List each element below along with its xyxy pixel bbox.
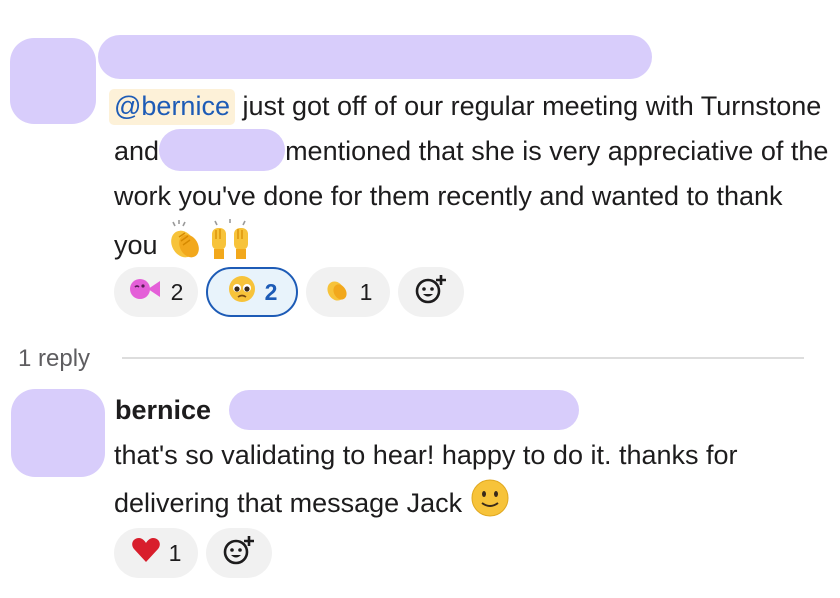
redacted-author-name <box>98 35 652 79</box>
reactions-bar: 1 <box>114 528 272 578</box>
divider <box>122 357 804 359</box>
add-reaction-button[interactable] <box>206 528 272 578</box>
redacted-author-detail <box>229 390 579 430</box>
reaction-pill-selected[interactable]: 2 <box>206 267 298 317</box>
clapping-hands-emoji-icon <box>324 276 352 308</box>
reaction-count: 2 <box>264 278 278 305</box>
author-name[interactable]: bernice <box>115 392 211 428</box>
avatar[interactable] <box>11 389 105 477</box>
reaction-count: 2 <box>170 278 184 305</box>
add-emoji-icon <box>414 273 448 311</box>
pleading-face-emoji-icon <box>227 274 257 310</box>
add-emoji-icon <box>222 534 256 572</box>
message-text: @bernice just got off of our regular mee… <box>109 84 829 275</box>
reply-text-part: that's so validating to hear! happy to d… <box>114 440 738 519</box>
pink-kiss-emoji-icon <box>129 276 163 308</box>
reply-text: that's so validating to hear! happy to d… <box>114 433 829 532</box>
redacted-name <box>159 128 286 171</box>
reply-count[interactable]: 1 reply <box>18 345 90 373</box>
reactions-bar: 2 2 1 <box>114 267 464 317</box>
add-reaction-button[interactable] <box>398 267 464 317</box>
reaction-pill[interactable]: 1 <box>114 528 198 578</box>
user-mention[interactable]: @bernice <box>109 89 235 125</box>
slightly-smiling-face-icon <box>470 478 510 532</box>
reaction-count: 1 <box>168 539 182 566</box>
red-heart-emoji-icon <box>131 536 161 570</box>
avatar[interactable] <box>10 38 96 124</box>
reaction-count: 1 <box>359 278 373 305</box>
reaction-pill[interactable]: 2 <box>114 267 198 317</box>
reaction-pill[interactable]: 1 <box>306 267 390 317</box>
